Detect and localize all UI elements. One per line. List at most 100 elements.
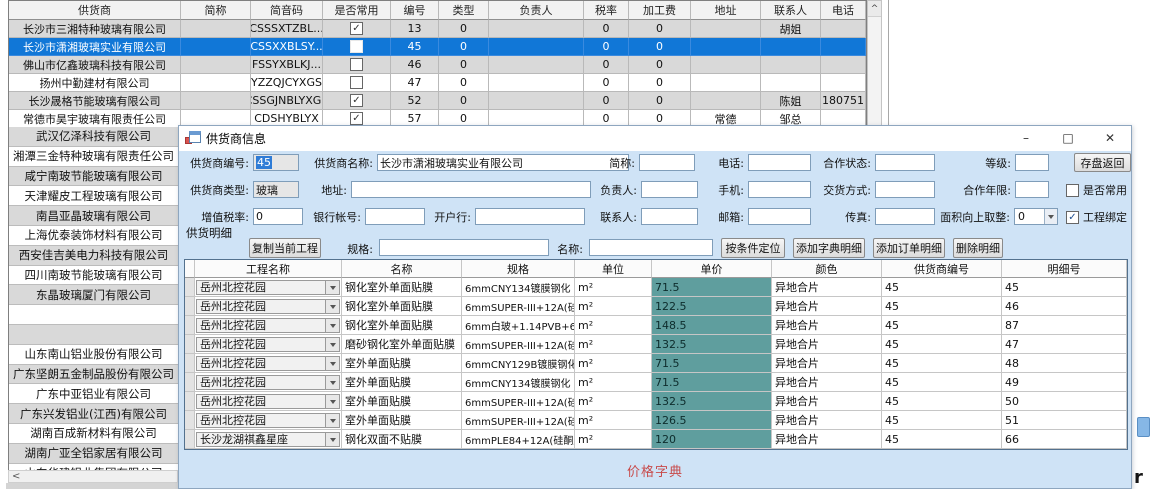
row-header-stub[interactable] xyxy=(185,297,195,316)
detail-no-cell[interactable]: 49 xyxy=(1002,373,1127,392)
cell-no[interactable]: 13 xyxy=(391,20,439,38)
detail-row[interactable]: 岳州北控花园钢化室外单面贴膜6mmCNY134镀膜钢化m²71.5异地合片454… xyxy=(185,278,1127,297)
project-cell[interactable]: 岳州北控花园 xyxy=(195,411,342,430)
unit-cell[interactable]: m² xyxy=(575,411,652,430)
row-header-stub[interactable] xyxy=(185,373,195,392)
common-flag-cell[interactable] xyxy=(323,56,391,74)
cell-phone[interactable]: 180751 xyxy=(821,92,866,110)
detail-no-cell[interactable]: 47 xyxy=(1002,335,1127,354)
dialog-titlebar[interactable]: 供货商信息 – □ ✕ xyxy=(179,126,1131,151)
vat-rate-input[interactable]: 0 xyxy=(253,208,303,225)
row-header-stub[interactable] xyxy=(185,430,195,449)
cell-abbr[interactable] xyxy=(181,38,251,56)
supplier-list-item[interactable]: 天津耀皮工程玻璃有限公司 xyxy=(9,186,178,206)
coop-status-input[interactable] xyxy=(875,154,935,171)
color-cell[interactable]: 异地合片 xyxy=(772,373,882,392)
name-cell[interactable]: 钢化室外单面贴膜 xyxy=(342,297,462,316)
cell-addr[interactable] xyxy=(691,56,761,74)
supplier-list-item[interactable] xyxy=(9,305,178,325)
supplier-list-item[interactable]: 广东坚朗五金制品股份有限公司 xyxy=(9,365,178,385)
cell-supplier[interactable]: 扬州中勤建材有限公司 xyxy=(9,74,181,92)
often-used-checkbox[interactable]: 是否常用 xyxy=(1066,182,1127,198)
cell-tax[interactable]: 0 xyxy=(584,38,629,56)
detail-row[interactable]: 岳州北控花园室外单面贴膜6mmSUPER-III+12A(硅...m²132.5… xyxy=(185,392,1127,411)
supplier-type-field[interactable]: 玻璃 xyxy=(253,181,299,198)
project-cell[interactable]: 岳州北控花园 xyxy=(195,316,342,335)
supplier-row[interactable]: 长沙市三湘特种玻璃有限公司CSSSXTZBL...✓13000胡姐 xyxy=(9,20,866,38)
locate-by-condition-button[interactable]: 按条件定位 xyxy=(721,238,785,258)
name-cell[interactable]: 室外单面贴膜 xyxy=(342,354,462,373)
name-cell[interactable]: 室外单面贴膜 xyxy=(342,373,462,392)
delete-detail-button[interactable]: 删除明细 xyxy=(953,238,1003,258)
coop-years-input[interactable] xyxy=(1015,181,1049,198)
project-combo[interactable]: 岳州北控花园 xyxy=(196,318,340,333)
cell-phone[interactable] xyxy=(821,56,866,74)
cell-tax[interactable]: 0 xyxy=(584,20,629,38)
spec-cell[interactable]: 6mmCNY129B镀膜钢化 xyxy=(462,354,575,373)
detail-no-cell[interactable]: 87 xyxy=(1002,316,1127,335)
color-cell[interactable]: 异地合片 xyxy=(772,316,882,335)
detail-row[interactable]: 岳州北控花园室外单面贴膜6mmCNY129B镀膜钢化m²71.5异地合片4548 xyxy=(185,354,1127,373)
cell-tax[interactable]: 0 xyxy=(584,92,629,110)
supplier-no-cell[interactable]: 45 xyxy=(882,278,1002,297)
cell-supplier[interactable]: 常德市昊宇玻璃有限责任公司 xyxy=(9,110,181,128)
supplier-list-item[interactable]: 西安佳吉美电力科技有限公司 xyxy=(9,246,178,266)
row-header-stub[interactable] xyxy=(185,354,195,373)
supplier-table-scrollbar[interactable]: ^ xyxy=(867,0,882,128)
cell-no[interactable]: 52 xyxy=(391,92,439,110)
common-flag-cell[interactable]: ✓ xyxy=(323,92,391,110)
detail-row[interactable]: 岳州北控花园室外单面贴膜6mmSUPER-III+12A(硅...m²126.5… xyxy=(185,411,1127,430)
supplier-list-item[interactable]: 武汉亿泽科技有限公司 xyxy=(9,127,178,147)
supplier-list-item[interactable]: 上海优泰装饰材料有限公司 xyxy=(9,226,178,246)
mobile-input[interactable] xyxy=(748,181,811,198)
supplier-list-item[interactable]: 四川南玻节能玻璃有限公司 xyxy=(9,266,178,286)
project-cell[interactable]: 岳州北控花园 xyxy=(195,278,342,297)
cell-abbr[interactable] xyxy=(181,20,251,38)
cell-type[interactable]: 0 xyxy=(439,20,489,38)
checkbox-icon[interactable]: ✓ xyxy=(1066,211,1079,224)
supplier-no-field[interactable]: 45 xyxy=(253,154,299,171)
supplier-list-item[interactable] xyxy=(9,325,178,345)
cell-phone[interactable] xyxy=(821,20,866,38)
cell-tax[interactable]: 0 xyxy=(584,56,629,74)
name-cell[interactable]: 钢化双面不贴膜 xyxy=(342,430,462,449)
project-cell[interactable]: 岳州北控花园 xyxy=(195,297,342,316)
supplier-list-item[interactable]: 广东兴发铝业(江西)有限公司 xyxy=(9,404,178,424)
cell-leader[interactable] xyxy=(489,20,584,38)
color-cell[interactable]: 异地合片 xyxy=(772,354,882,373)
cell-no[interactable]: 47 xyxy=(391,74,439,92)
supplier-list-item[interactable]: 湖南广亚全铝家居有限公司 xyxy=(9,444,178,464)
row-header-stub[interactable] xyxy=(185,316,195,335)
cell-supplier[interactable]: 长沙市三湘特种玻璃有限公司 xyxy=(9,20,181,38)
price-cell[interactable]: 71.5 xyxy=(652,354,772,373)
supplier-row[interactable]: 长沙市潇湘玻璃实业有限公司CSSXXBLSY...45000 xyxy=(9,38,866,56)
supplier-no-cell[interactable]: 45 xyxy=(882,316,1002,335)
name-cell[interactable]: 磨砂钢化室外单面贴膜 xyxy=(342,335,462,354)
cell-contact[interactable] xyxy=(761,38,821,56)
unit-cell[interactable]: m² xyxy=(575,297,652,316)
supplier-list-scrollbar[interactable]: < xyxy=(8,470,178,483)
cell-abbr[interactable] xyxy=(181,92,251,110)
add-dict-detail-button[interactable]: 添加字典明细 xyxy=(793,238,865,258)
spec-cell[interactable]: 6mm白玻+1.14PVB+6mm... xyxy=(462,316,575,335)
price-cell[interactable]: 148.5 xyxy=(652,316,772,335)
common-flag-cell[interactable]: ✓ xyxy=(323,20,391,38)
supplier-row[interactable]: 佛山市亿鑫玻璃科技有限公司FSSYXBLKJ...46000 xyxy=(9,56,866,74)
supplier-list-item[interactable]: 湘潭三金特种玻璃有限责任公司 xyxy=(9,147,178,167)
color-cell[interactable]: 异地合片 xyxy=(772,335,882,354)
row-header-stub[interactable] xyxy=(185,335,195,354)
cell-addr[interactable] xyxy=(691,74,761,92)
contact-input[interactable] xyxy=(641,208,698,225)
row-header-stub[interactable] xyxy=(185,392,195,411)
cell-abbr[interactable] xyxy=(181,56,251,74)
name-input[interactable] xyxy=(589,239,713,256)
add-order-detail-button[interactable]: 添加订单明细 xyxy=(873,238,945,258)
supplier-no-cell[interactable]: 45 xyxy=(882,335,1002,354)
supplier-no-cell[interactable]: 45 xyxy=(882,373,1002,392)
cell-type[interactable]: 0 xyxy=(439,56,489,74)
detail-no-cell[interactable]: 45 xyxy=(1002,278,1127,297)
project-combo[interactable]: 岳州北控花园 xyxy=(196,280,340,295)
detail-row[interactable]: 岳州北控花园钢化室外单面贴膜6mmSUPER-III+12A(硅...m²122… xyxy=(185,297,1127,316)
cell-fee[interactable]: 0 xyxy=(629,92,691,110)
cell-fee[interactable]: 0 xyxy=(629,20,691,38)
